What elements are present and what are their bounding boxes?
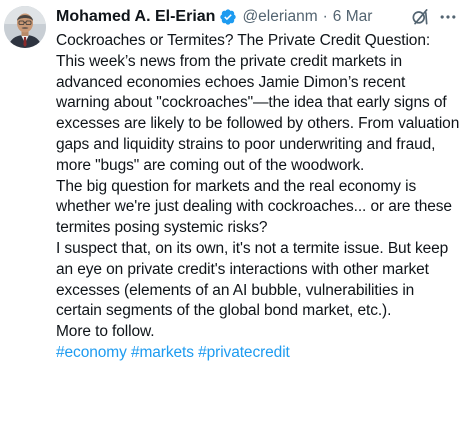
more-options-icon[interactable] <box>438 7 458 27</box>
avatar[interactable] <box>4 6 46 48</box>
verified-badge-icon <box>219 8 237 26</box>
tweet-header: Mohamed A. El-Erian @elerianm · 6 Mar <box>56 6 460 28</box>
hashtag-economy[interactable]: #economy <box>56 344 127 361</box>
tweet-paragraph: The big question for markets and the rea… <box>56 177 452 237</box>
tweet-paragraph: More to follow. <box>56 323 155 341</box>
tweet-text: Cockroaches or Termites? The Private Cre… <box>56 31 461 364</box>
hashtag-privatecredit[interactable]: #privatecredit <box>198 344 290 361</box>
tweet-paragraph: This week’s news from the private credit… <box>56 52 460 174</box>
tweet-paragraph: I suspect that, on its own, it's not a t… <box>56 239 449 320</box>
grok-icon[interactable] <box>410 7 430 27</box>
hashtag-list: #economy #markets #privatecredit <box>56 343 461 364</box>
hashtag-markets[interactable]: #markets <box>131 344 194 361</box>
tweet: Mohamed A. El-Erian @elerianm · 6 Mar Co… <box>0 0 464 448</box>
tweet-paragraph-title: Cockroaches or Termites? The Private Cre… <box>56 32 431 49</box>
separator-dot: · <box>322 8 328 25</box>
author-handle[interactable]: @elerianm <box>242 8 317 26</box>
profile-photo-icon <box>4 6 46 48</box>
tweet-date[interactable]: 6 Mar <box>333 8 373 26</box>
author-name[interactable]: Mohamed A. El-Erian <box>56 8 215 26</box>
